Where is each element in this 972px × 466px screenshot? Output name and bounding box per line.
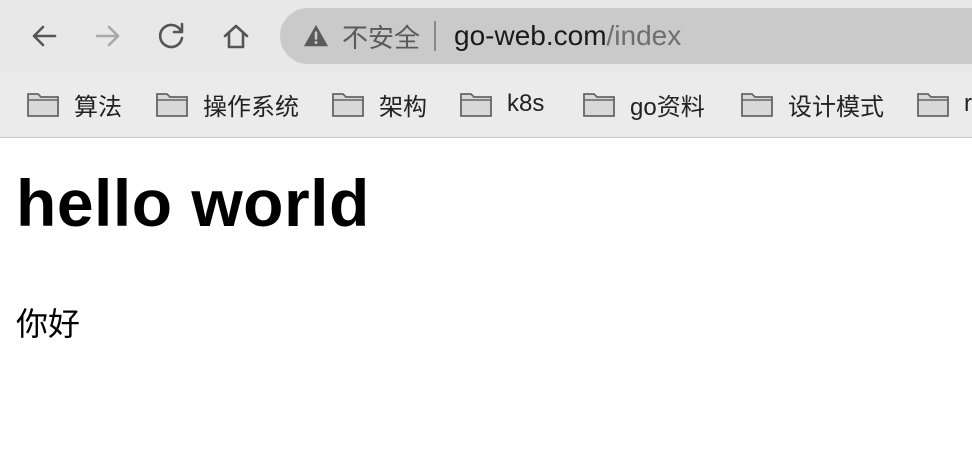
bookmark-k8s[interactable]: k8s	[459, 86, 544, 122]
reload-button[interactable]	[152, 16, 192, 56]
bookmark-operating-systems[interactable]: 操作系统	[155, 86, 299, 122]
back-button[interactable]	[24, 16, 64, 56]
warning-icon[interactable]	[302, 22, 330, 50]
page-content: hello world 你好	[0, 139, 972, 466]
url-text[interactable]: go-web.com/index	[454, 20, 681, 52]
bookmark-label: k8s	[507, 90, 545, 117]
folder-icon	[27, 93, 59, 117]
reload-icon	[158, 22, 184, 49]
bookmark-label: 设计模式	[788, 93, 884, 121]
forward-arrow-icon	[95, 25, 120, 47]
bookmark-algorithms[interactable]: 算法	[26, 86, 122, 122]
folder-icon	[917, 93, 949, 117]
bookmark-label: 操作系统	[203, 93, 299, 121]
home-button[interactable]	[216, 16, 256, 56]
folder-icon	[156, 93, 188, 117]
page-heading: hello world	[16, 166, 370, 240]
bookmarks-bar: 算法 操作系统 架构 k8s go资料 设计模式 r	[0, 72, 972, 138]
address-bar[interactable]: 不安全 go-web.com/index	[280, 8, 972, 64]
bookmark-go-resources[interactable]: go资料	[582, 86, 705, 122]
bookmark-truncated[interactable]: r	[916, 86, 972, 122]
security-label[interactable]: 不安全	[342, 18, 420, 55]
url-path: /index	[606, 20, 682, 51]
url-host: go-web.com	[454, 20, 607, 51]
folder-icon	[332, 93, 364, 117]
bookmark-architecture[interactable]: 架构	[331, 86, 427, 122]
bookmark-design-patterns[interactable]: 设计模式	[740, 86, 884, 122]
folder-icon	[583, 93, 615, 117]
bookmark-label: r	[964, 90, 972, 117]
folder-icon	[741, 93, 773, 117]
back-arrow-icon	[32, 25, 57, 47]
bookmark-label: 算法	[74, 93, 122, 121]
home-icon	[223, 24, 249, 49]
folder-icon	[460, 93, 492, 117]
forward-button[interactable]	[88, 16, 128, 56]
address-divider	[434, 21, 437, 51]
browser-chrome: 不安全 go-web.com/index 算法 操作系统 架构 k8s go资料…	[0, 0, 972, 138]
bookmark-label: go资料	[630, 93, 705, 121]
bookmark-label: 架构	[379, 93, 427, 121]
page-paragraph: 你好	[16, 306, 81, 342]
browser-toolbar: 不安全 go-web.com/index	[0, 0, 972, 72]
